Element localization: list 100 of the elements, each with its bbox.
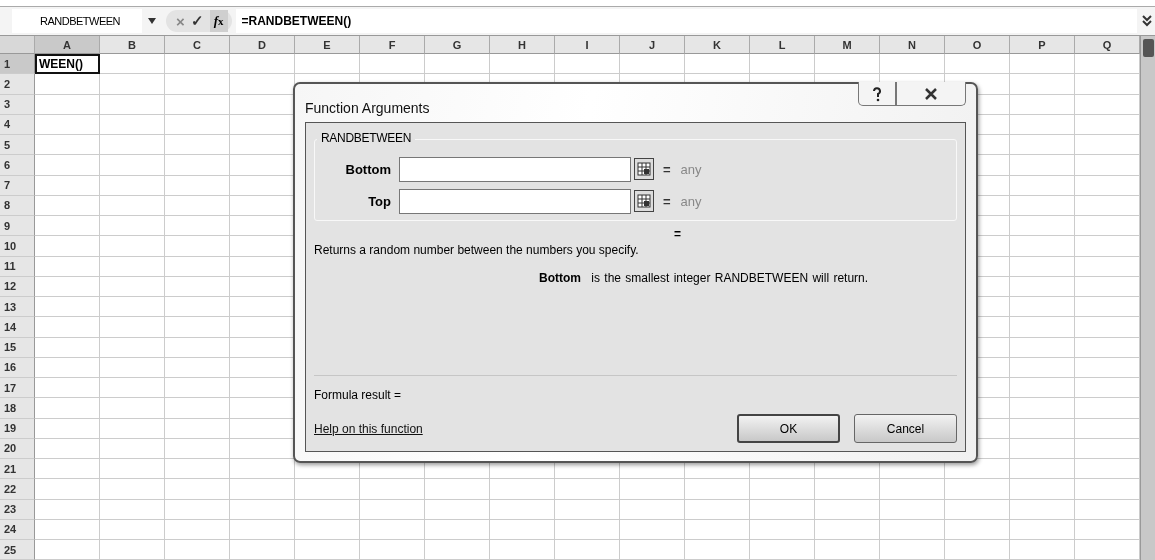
table-cell [685,540,750,560]
row-header[interactable]: 20 [0,438,35,459]
column-header[interactable]: M [815,36,880,54]
collapse-dialog-button[interactable] [634,190,654,212]
column-header[interactable]: C [165,36,230,54]
argument-field[interactable] [399,156,631,182]
table-cell [1075,175,1140,196]
column-header[interactable]: L [750,36,815,54]
table-cell [1075,114,1140,135]
row-header[interactable]: 19 [0,418,35,439]
row-header[interactable]: 2 [0,74,35,95]
table-cell [100,135,165,156]
row-header[interactable]: 9 [0,216,35,237]
table-cell [685,519,750,540]
table-cell [815,519,880,540]
table-cell [1075,276,1140,297]
table-cell [1075,317,1140,338]
row-header[interactable]: 4 [0,114,35,135]
table-cell [165,297,230,318]
row-header[interactable]: 1 [0,54,35,75]
column-header[interactable]: A [35,36,100,54]
column-header[interactable]: N [880,36,945,54]
table-cell [35,337,100,358]
table-cell [35,519,100,540]
table-cell [100,216,165,237]
formula-field[interactable]: =RANDBETWEEN() [235,9,1137,33]
table-cell [1075,418,1140,439]
name-box[interactable]: RANDBETWEEN [12,9,142,33]
table-cell [100,337,165,358]
row-header[interactable]: 14 [0,317,35,338]
row-header[interactable]: 17 [0,378,35,399]
equals-sign: = [663,193,671,209]
table-cell [100,276,165,297]
row-header[interactable]: 8 [0,195,35,216]
row-header[interactable]: 23 [0,499,35,520]
table-cell [1010,438,1075,459]
help-link[interactable]: Help on this function [314,421,423,436]
ok-button[interactable]: OK [737,414,840,443]
table-cell [815,499,880,520]
column-header[interactable]: D [230,36,295,54]
table-cell [165,418,230,439]
column-header[interactable]: H [490,36,555,54]
table-cell [100,54,165,75]
column-header[interactable]: J [620,36,685,54]
row-header[interactable]: 6 [0,155,35,176]
table-cell [35,276,100,297]
row-header[interactable]: 10 [0,236,35,257]
active-cell[interactable]: WEEN() [35,54,100,75]
help-button[interactable] [858,82,896,106]
column-header[interactable]: K [685,36,750,54]
argument-field[interactable] [399,188,631,214]
column-header[interactable]: O [945,36,1010,54]
column-header[interactable]: Q [1075,36,1140,54]
row-header[interactable]: 25 [0,540,35,560]
scroll-thumb[interactable] [1142,39,1154,57]
column-header[interactable]: I [555,36,620,54]
row-header[interactable]: 22 [0,479,35,500]
table-cell [685,479,750,500]
table-cell [1075,519,1140,540]
table-cell [100,357,165,378]
table-cell [100,94,165,115]
table-cell [750,519,815,540]
row-header[interactable]: 13 [0,297,35,318]
table-cell [555,519,620,540]
column-header[interactable]: F [360,36,425,54]
close-button[interactable] [896,82,966,106]
row-header[interactable]: 12 [0,276,35,297]
column-header[interactable]: E [295,36,360,54]
table-cell [100,236,165,257]
table-cell [165,317,230,338]
column-header[interactable]: P [1010,36,1075,54]
table-cell [1010,418,1075,439]
table-cell [360,519,425,540]
scrollbar[interactable] [1140,36,1155,560]
table-cell [1075,479,1140,500]
table-cell [100,195,165,216]
enter-button[interactable]: ✓ [190,12,204,30]
table-cell [555,540,620,560]
row-header[interactable]: 3 [0,94,35,115]
row-header[interactable]: 16 [0,357,35,378]
row-header[interactable]: 15 [0,337,35,358]
column-header[interactable]: G [425,36,490,54]
table-cell [165,499,230,520]
table-cell [1075,256,1140,277]
table-cell [425,479,490,500]
cancel-button[interactable]: Cancel [854,414,957,443]
table-cell [35,459,100,480]
caret-icon[interactable] [148,18,156,24]
row-header[interactable]: 11 [0,256,35,277]
row-header[interactable]: 18 [0,398,35,419]
row-header[interactable]: 7 [0,175,35,196]
row-header[interactable]: 21 [0,459,35,480]
table-cell [750,499,815,520]
table-cell [1010,337,1075,358]
row-header[interactable]: 5 [0,135,35,156]
table-cell [1075,216,1140,237]
column-header[interactable]: B [100,36,165,54]
table-cell [165,256,230,277]
row-header[interactable]: 24 [0,519,35,540]
collapse-dialog-button[interactable] [634,158,654,180]
